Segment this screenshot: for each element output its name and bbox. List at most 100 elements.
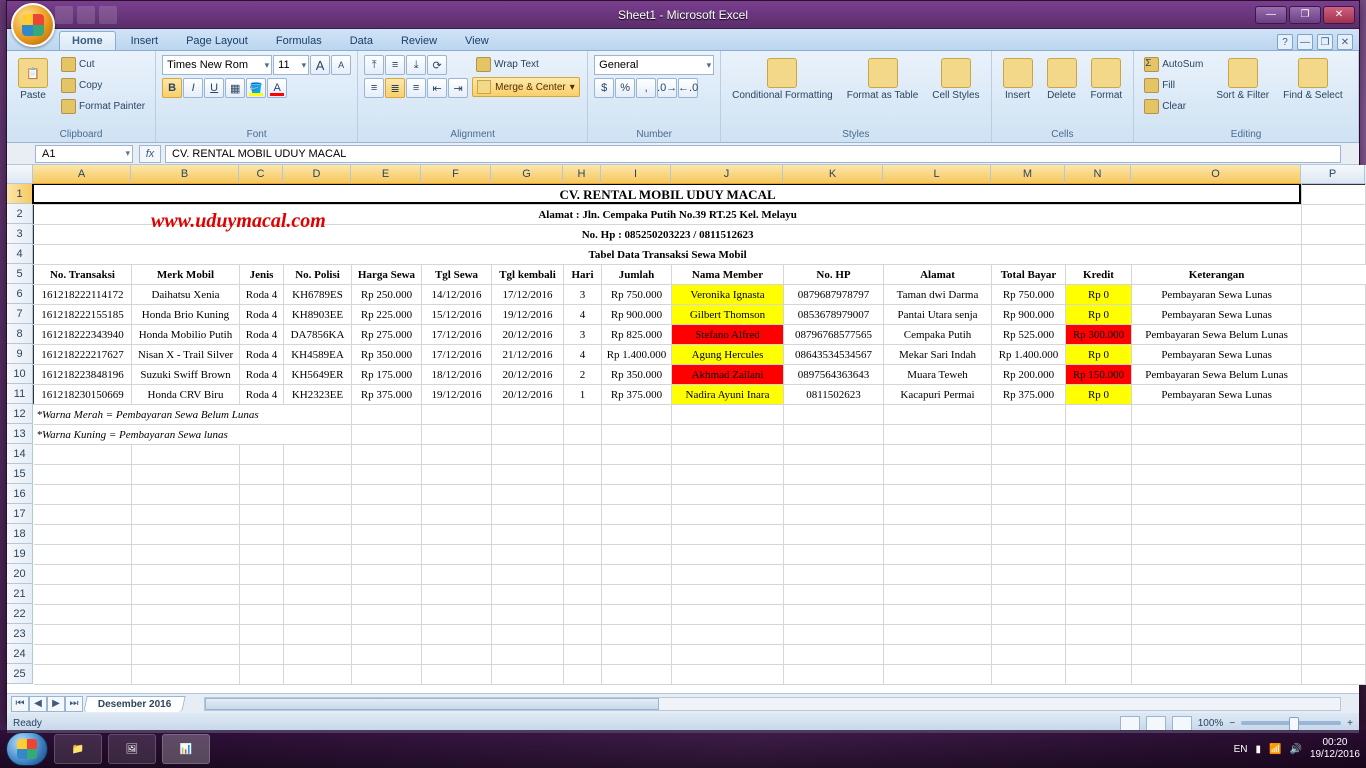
row-header-21[interactable]: 21 [7, 584, 33, 604]
col-header-B[interactable]: B [131, 165, 239, 184]
select-all-button[interactable] [7, 165, 33, 184]
taskbar-explorer-icon[interactable]: 📁 [54, 734, 102, 764]
row-header-5[interactable]: 5 [7, 264, 33, 284]
align-center-button[interactable]: ≣ [385, 78, 405, 98]
row-header-6[interactable]: 6 [7, 284, 33, 304]
format-as-table-button[interactable]: Format as Table [842, 55, 924, 104]
horizontal-scrollbar[interactable] [204, 697, 1341, 711]
tab-home[interactable]: Home [59, 31, 116, 50]
row-header-18[interactable]: 18 [7, 524, 33, 544]
col-header-D[interactable]: D [283, 165, 351, 184]
format-painter-button[interactable]: Format Painter [57, 97, 149, 116]
underline-button[interactable]: U [204, 78, 224, 98]
col-header-M[interactable]: M [991, 165, 1065, 184]
tray-volume-icon[interactable]: 🔊 [1289, 744, 1301, 755]
increase-decimal-button[interactable]: .0→ [657, 78, 677, 98]
row-header-16[interactable]: 16 [7, 484, 33, 504]
col-header-H[interactable]: H [563, 165, 601, 184]
insert-cells-button[interactable]: Insert [998, 55, 1038, 104]
hscroll-thumb[interactable] [205, 698, 659, 710]
accounting-button[interactable]: $ [594, 78, 614, 98]
office-button[interactable] [11, 3, 55, 47]
italic-button[interactable]: I [183, 78, 203, 98]
tab-formulas[interactable]: Formulas [263, 31, 335, 50]
percent-button[interactable]: % [615, 78, 635, 98]
start-button[interactable] [6, 732, 48, 766]
align-left-button[interactable]: ≡ [364, 78, 384, 98]
grow-font-button[interactable]: A [310, 55, 330, 75]
col-header-G[interactable]: G [491, 165, 563, 184]
close-button[interactable]: ✕ [1323, 6, 1355, 24]
taskbar-excel-icon[interactable]: 📊 [162, 734, 210, 764]
page-break-view-button[interactable] [1172, 716, 1192, 731]
fill-button[interactable]: Fill [1140, 76, 1207, 95]
row-header-4[interactable]: 4 [7, 244, 33, 264]
decrease-decimal-button[interactable]: ←.0 [678, 78, 698, 98]
col-header-L[interactable]: L [883, 165, 991, 184]
autosum-button[interactable]: ΣAutoSum [1140, 55, 1207, 74]
zoom-level[interactable]: 100% [1198, 718, 1224, 729]
bold-button[interactable]: B [162, 78, 182, 98]
taskbar-app-icon[interactable]: 🖼 [108, 734, 156, 764]
row-header-19[interactable]: 19 [7, 544, 33, 564]
zoom-in-button[interactable]: + [1347, 718, 1353, 729]
qat-save-icon[interactable] [55, 6, 73, 24]
col-header-K[interactable]: K [783, 165, 883, 184]
sheet-tab-active[interactable]: Desember 2016 [83, 696, 186, 712]
tray-lang[interactable]: EN [1234, 744, 1248, 755]
row-headers[interactable]: 1234567891011121314151617181920212223242… [7, 184, 33, 693]
merge-center-button[interactable]: Merge & Center▾ [472, 77, 580, 97]
close-workbook-icon[interactable]: ✕ [1337, 34, 1353, 50]
row-header-3[interactable]: 3 [7, 224, 33, 244]
help-icon[interactable]: ? [1277, 34, 1293, 50]
row-header-15[interactable]: 15 [7, 464, 33, 484]
format-cells-button[interactable]: Format [1086, 55, 1128, 104]
sort-filter-button[interactable]: Sort & Filter [1211, 55, 1274, 104]
tab-insert[interactable]: Insert [118, 31, 172, 50]
col-header-J[interactable]: J [671, 165, 783, 184]
decrease-indent-button[interactable]: ⇤ [427, 78, 447, 98]
minimize-ribbon-icon[interactable]: — [1297, 34, 1313, 50]
copy-button[interactable]: Copy [57, 76, 149, 95]
sheet-nav-prev-icon[interactable]: ◀ [29, 696, 47, 712]
restore-window-icon[interactable]: ❐ [1317, 34, 1333, 50]
align-bottom-button[interactable]: ⤓ [406, 55, 426, 75]
cell-styles-button[interactable]: Cell Styles [927, 55, 984, 104]
tray-flag-icon[interactable]: ▮ [1256, 744, 1262, 755]
sheet-nav-next-icon[interactable]: ▶ [47, 696, 65, 712]
name-box[interactable]: A1 [35, 145, 133, 163]
qat-undo-icon[interactable] [77, 6, 95, 24]
zoom-out-button[interactable]: − [1229, 718, 1235, 729]
tray-clock[interactable]: 00:20 19/12/2016 [1310, 737, 1360, 761]
column-headers[interactable]: ABCDEFGHIJKLMNOPQ [33, 165, 1366, 184]
col-header-O[interactable]: O [1131, 165, 1301, 184]
maximize-button[interactable]: ❐ [1289, 6, 1321, 24]
zoom-slider[interactable] [1241, 721, 1341, 725]
col-header-I[interactable]: I [601, 165, 671, 184]
page-layout-view-button[interactable] [1146, 716, 1166, 731]
tab-view[interactable]: View [452, 31, 502, 50]
fill-color-button[interactable]: 🪣 [246, 78, 266, 98]
row-header-25[interactable]: 25 [7, 664, 33, 684]
row-header-13[interactable]: 13 [7, 424, 33, 444]
tab-review[interactable]: Review [388, 31, 450, 50]
wrap-text-button[interactable]: Wrap Text [472, 55, 580, 74]
row-header-14[interactable]: 14 [7, 444, 33, 464]
number-format-combo[interactable]: General [594, 55, 714, 75]
qat-redo-icon[interactable] [99, 6, 117, 24]
row-header-8[interactable]: 8 [7, 324, 33, 344]
col-header-E[interactable]: E [351, 165, 421, 184]
align-middle-button[interactable]: ≡ [385, 55, 405, 75]
cut-button[interactable]: Cut [57, 55, 149, 74]
conditional-formatting-button[interactable]: Conditional Formatting [727, 55, 838, 104]
orientation-button[interactable]: ⟳ [427, 55, 447, 75]
row-header-23[interactable]: 23 [7, 624, 33, 644]
shrink-font-button[interactable]: A [331, 55, 351, 75]
find-select-button[interactable]: Find & Select [1278, 55, 1347, 104]
row-header-22[interactable]: 22 [7, 604, 33, 624]
row-header-1[interactable]: 1 [7, 184, 33, 204]
delete-cells-button[interactable]: Delete [1042, 55, 1082, 104]
fx-button[interactable]: fx [139, 145, 161, 163]
row-header-24[interactable]: 24 [7, 644, 33, 664]
clear-button[interactable]: Clear [1140, 97, 1207, 116]
